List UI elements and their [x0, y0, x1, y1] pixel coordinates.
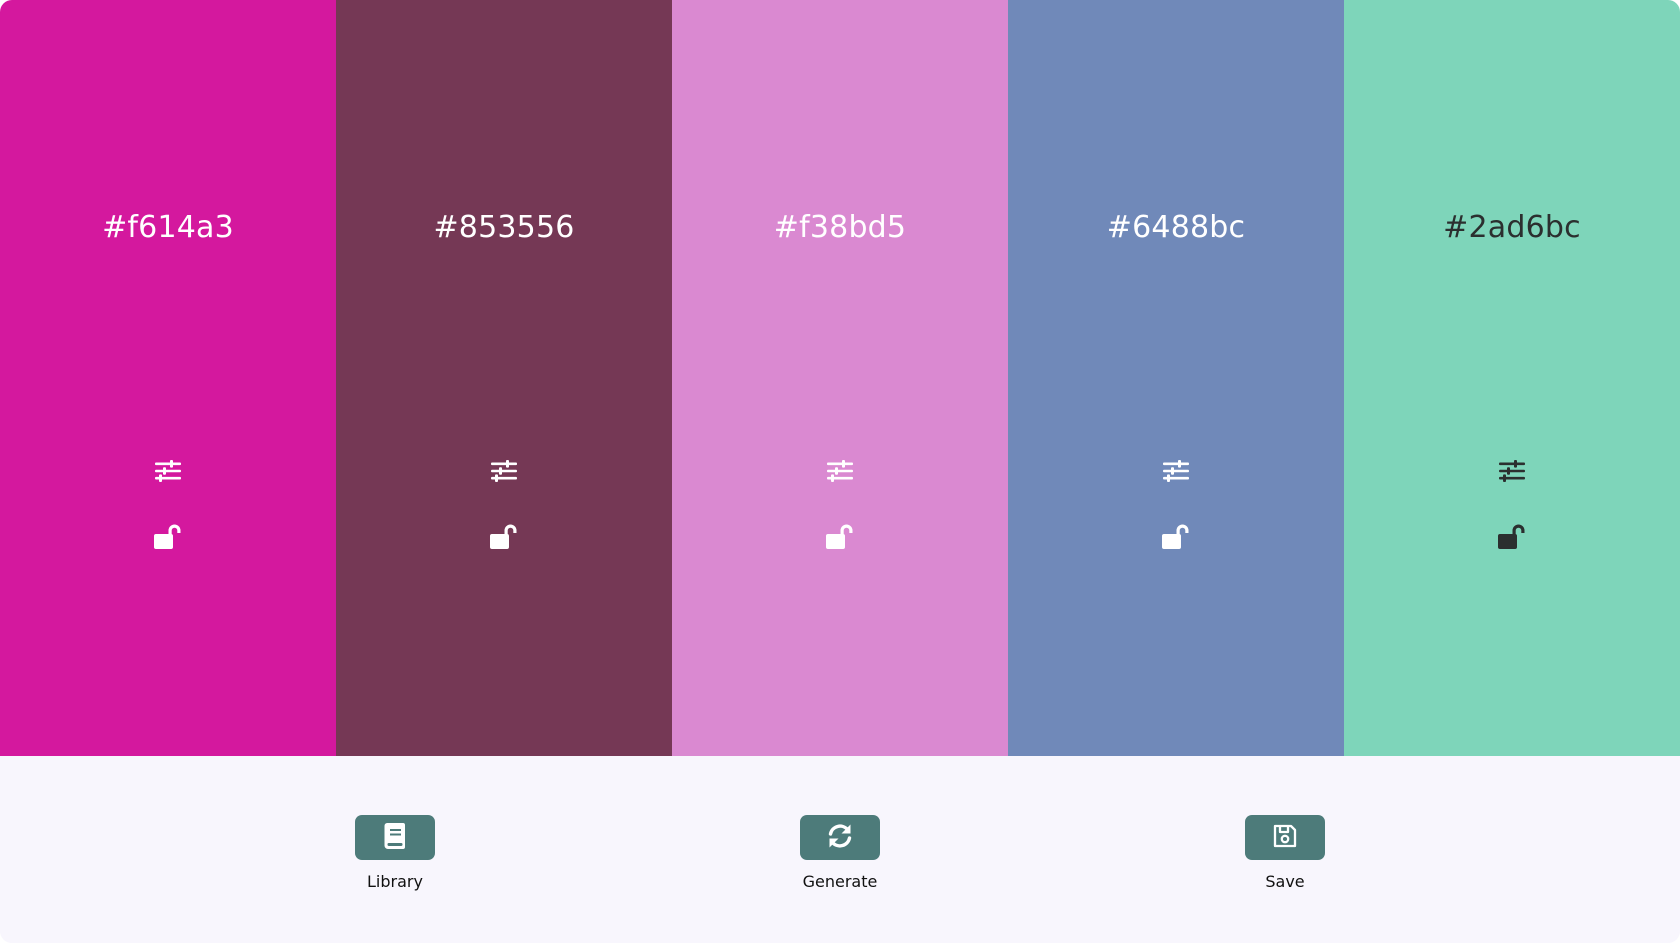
unlock-icon[interactable] [148, 516, 188, 556]
color-swatch-5[interactable]: #2ad6bc [1344, 0, 1680, 756]
library-button[interactable] [355, 815, 435, 860]
unlock-icon[interactable] [484, 516, 524, 556]
sliders-icon[interactable] [1492, 451, 1532, 491]
generate-control: Generate [770, 815, 910, 892]
color-swatch-1[interactable]: #f614a3 [0, 0, 336, 756]
generate-label: Generate [802, 872, 878, 891]
color-swatch-3[interactable]: #f38bd5 [672, 0, 1008, 756]
book-icon [384, 822, 406, 853]
color-swatch-4[interactable]: #6488bc [1008, 0, 1344, 756]
library-control: Library [325, 815, 465, 892]
hex-code[interactable]: #6488bc [1008, 206, 1344, 250]
unlock-icon[interactable] [820, 516, 860, 556]
sliders-icon[interactable] [148, 451, 188, 491]
hex-code[interactable]: #2ad6bc [1344, 206, 1680, 250]
save-button[interactable] [1245, 815, 1325, 860]
save-label: Save [1265, 872, 1305, 891]
unlock-icon[interactable] [1156, 516, 1196, 556]
controls-panel: Library Generate Save [0, 756, 1680, 943]
hex-code[interactable]: #f614a3 [0, 206, 336, 250]
floppy-disk-icon [1272, 823, 1298, 853]
color-swatch-2[interactable]: #853556 [336, 0, 672, 756]
unlock-icon[interactable] [1492, 516, 1532, 556]
hex-code[interactable]: #f38bd5 [672, 206, 1008, 250]
palette-app: #f614a3 #853556 #f38bd5 #6488bc #2ad6bc … [0, 0, 1680, 943]
color-palette: #f614a3 #853556 #f38bd5 #6488bc #2ad6bc [0, 0, 1680, 756]
hex-code[interactable]: #853556 [336, 206, 672, 250]
save-control: Save [1215, 815, 1355, 892]
sliders-icon[interactable] [484, 451, 524, 491]
sliders-icon[interactable] [820, 451, 860, 491]
refresh-icon [826, 822, 854, 854]
generate-button[interactable] [800, 815, 880, 860]
library-label: Library [367, 872, 423, 891]
sliders-icon[interactable] [1156, 451, 1196, 491]
